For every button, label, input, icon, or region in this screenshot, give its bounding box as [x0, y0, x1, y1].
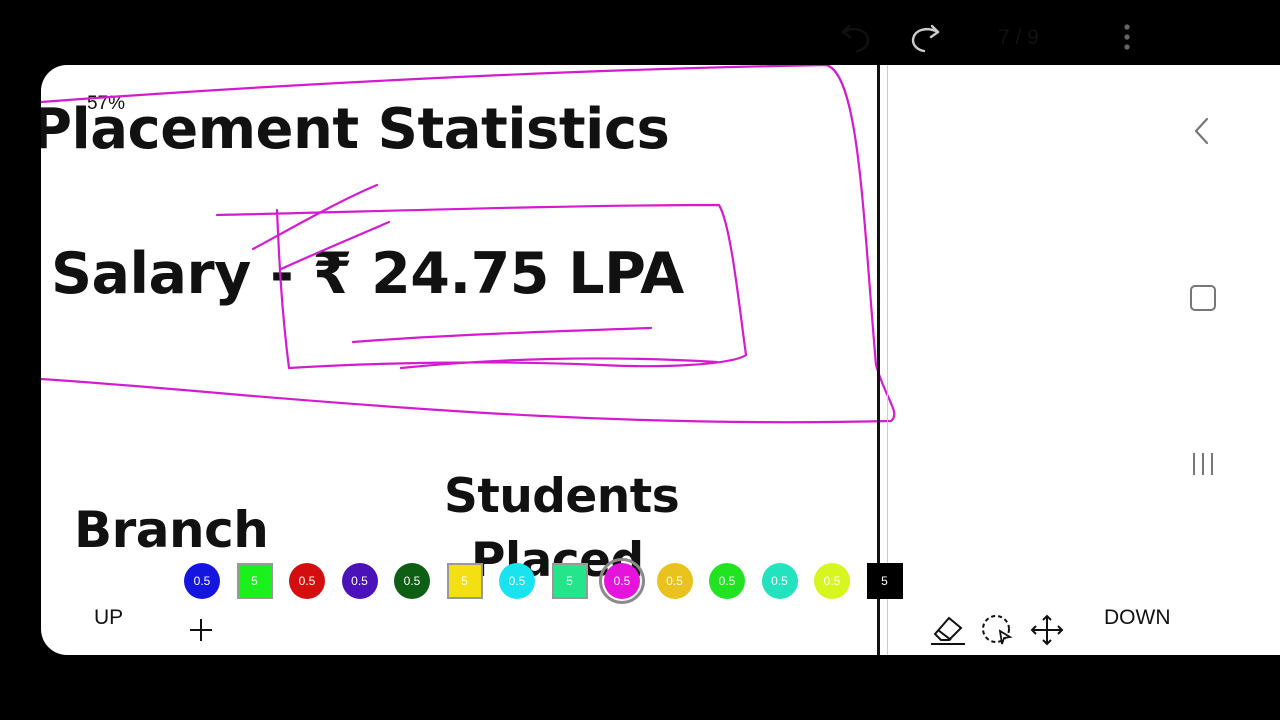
color-swatch-5[interactable]: 5: [446, 563, 483, 599]
color-swatch-3[interactable]: 0.5: [341, 563, 378, 599]
color-swatch-12[interactable]: 0.5: [814, 563, 850, 599]
page-down-button[interactable]: DOWN: [1104, 606, 1171, 630]
color-swatch-4[interactable]: 0.5: [394, 563, 430, 599]
color-swatch-6[interactable]: 0.5: [499, 563, 535, 599]
color-swatch-9[interactable]: 0.5: [656, 563, 693, 599]
color-swatch-2[interactable]: 0.5: [289, 563, 325, 599]
color-swatch-13[interactable]: 5: [866, 563, 903, 599]
move-icon[interactable]: [1029, 613, 1065, 647]
page-indicator: 7 / 9: [998, 26, 1039, 49]
color-swatch-11[interactable]: 0.5: [761, 563, 798, 599]
add-icon[interactable]: [187, 616, 215, 644]
color-palette: 0.5 5 0.5 0.5 0.5 5 0.5 5 0.5 0.5 0.5 0.5 0.5 5: [184, 558, 904, 604]
color-swatch-7[interactable]: 5: [551, 563, 588, 599]
lasso-select-icon[interactable]: [979, 613, 1015, 647]
color-swatch-10[interactable]: 0.5: [709, 563, 745, 599]
color-swatch-1[interactable]: 5: [236, 563, 273, 599]
eraser-icon[interactable]: [929, 612, 967, 646]
redo-icon[interactable]: [906, 14, 942, 54]
color-swatch-8[interactable]: 0.5: [599, 558, 645, 604]
bottom-toolbar: 0.5 5 0.5 0.5 0.5 5 0.5 5 0.5 0.5 0.5 0.5 0.5 5 UP DO…: [41, 65, 1280, 655]
color-swatch-0[interactable]: 0.5: [184, 563, 220, 599]
undo-icon[interactable]: [839, 14, 875, 54]
more-options-icon[interactable]: [1116, 20, 1138, 54]
page-up-button[interactable]: UP: [94, 606, 123, 630]
